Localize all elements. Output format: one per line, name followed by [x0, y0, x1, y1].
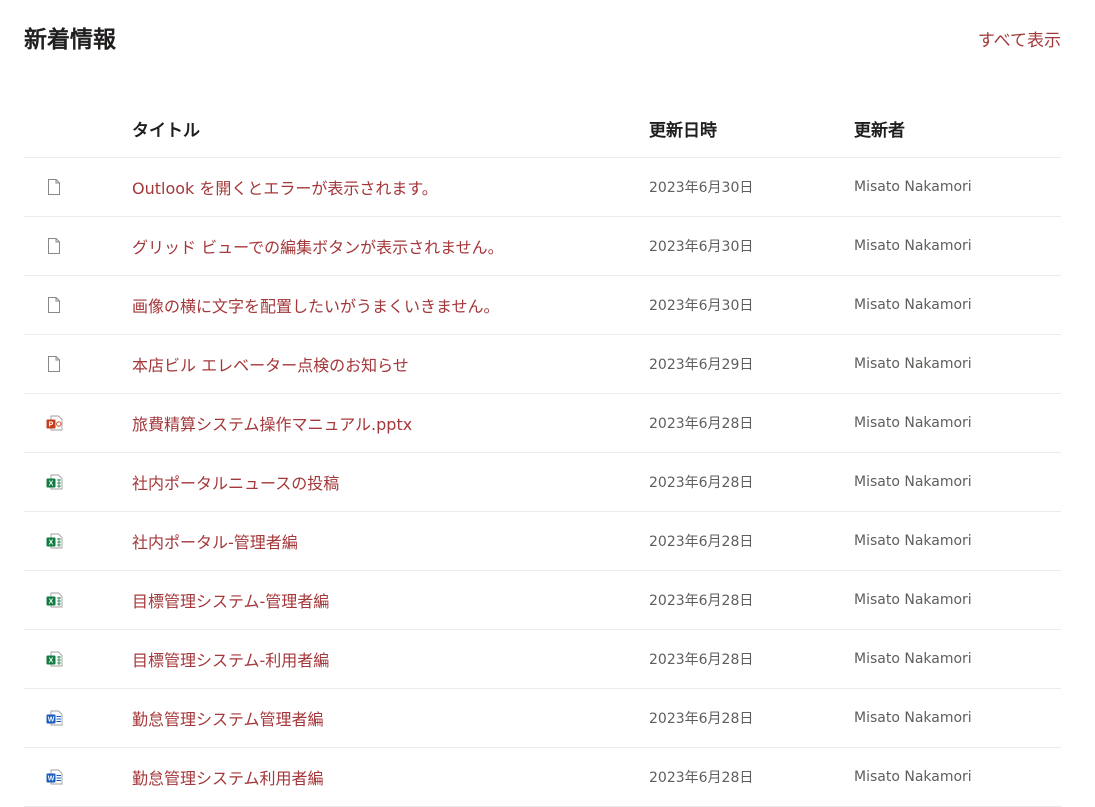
- list-row[interactable]: X 目標管理システム-管理者編 2023年6月28日 Misato Nakamori: [24, 571, 1061, 630]
- list-row[interactable]: Outlook を開くとエラーが表示されます。 2023年6月30日 Misato …: [24, 158, 1061, 217]
- modified-by: Misato Nakamori: [854, 769, 972, 785]
- list-body: Outlook を開くとエラーが表示されます。 2023年6月30日 Misato …: [24, 158, 1061, 807]
- webpart-title: 新着情報: [24, 27, 116, 53]
- title-cell: 社内ポータルニュースの投稿: [132, 453, 339, 511]
- file-icon-cell: X: [24, 453, 84, 511]
- word-file-icon: W: [46, 768, 63, 786]
- modified-date: 2023年6月28日: [649, 711, 754, 727]
- column-header-title[interactable]: タイトル: [132, 100, 200, 157]
- list-row[interactable]: W 勤怠管理システム利用者編 2023年6月28日 Misato Nakamori: [24, 748, 1061, 807]
- title-cell: 画像の横に文字を配置したいがうまくいきません。: [132, 276, 500, 334]
- title-cell: 目標管理システム-管理者編: [132, 571, 329, 629]
- generic-document-icon: [46, 355, 62, 373]
- column-header-icon: [24, 100, 84, 157]
- title-cell: Outlook を開くとエラーが表示されます。: [132, 158, 438, 216]
- column-header-modified[interactable]: 更新日時: [649, 100, 717, 157]
- excel-file-icon: X: [46, 591, 63, 609]
- item-title-link[interactable]: 社内ポータルニュースの投稿: [132, 470, 339, 494]
- item-title-link[interactable]: 目標管理システム-管理者編: [132, 588, 329, 612]
- modified-by: Misato Nakamori: [854, 651, 972, 667]
- title-cell: 旅費精算システム操作マニュアル.pptx: [132, 394, 412, 452]
- modified-by: Misato Nakamori: [854, 179, 972, 195]
- file-icon-cell: X: [24, 630, 84, 688]
- modified-by: Misato Nakamori: [854, 533, 972, 549]
- generic-document-icon: [46, 296, 62, 314]
- modified-date: 2023年6月28日: [649, 416, 754, 432]
- file-icon-cell: [24, 217, 84, 275]
- modified-date: 2023年6月30日: [649, 239, 754, 255]
- modified-date: 2023年6月28日: [649, 652, 754, 668]
- word-file-icon: W: [46, 709, 63, 727]
- file-icon-cell: X: [24, 512, 84, 570]
- file-icon-cell: W: [24, 748, 84, 806]
- document-list: タイトル 更新日時 更新者 Outlook を開くとエラーが表示されます。 202…: [24, 100, 1061, 807]
- title-cell: 勤怠管理システム利用者編: [132, 748, 324, 806]
- item-title-link[interactable]: 勤怠管理システム管理者編: [132, 706, 324, 730]
- modified-date: 2023年6月30日: [649, 298, 754, 314]
- list-header-row: タイトル 更新日時 更新者: [24, 100, 1061, 158]
- generic-document-icon: [46, 237, 62, 255]
- list-row[interactable]: 本店ビル エレベーター点検のお知らせ 2023年6月29日 Misato Nakam…: [24, 335, 1061, 394]
- file-icon-cell: P: [24, 394, 84, 452]
- item-title-link[interactable]: 本店ビル エレベーター点検のお知らせ: [132, 352, 409, 376]
- item-title-link[interactable]: Outlook を開くとエラーが表示されます。: [132, 175, 438, 199]
- list-row[interactable]: X 社内ポータル-管理者編 2023年6月28日 Misato Nakamori: [24, 512, 1061, 571]
- list-row[interactable]: グリッド ビューでの編集ボタンが表示されません。 2023年6月30日 Misato…: [24, 217, 1061, 276]
- excel-file-icon: X: [46, 532, 63, 550]
- generic-document-icon: [46, 178, 62, 196]
- modified-date: 2023年6月30日: [649, 180, 754, 196]
- modified-by: Misato Nakamori: [854, 415, 972, 431]
- title-cell: グリッド ビューでの編集ボタンが表示されません。: [132, 217, 504, 275]
- file-icon-cell: W: [24, 689, 84, 747]
- item-title-link[interactable]: 旅費精算システム操作マニュアル.pptx: [132, 411, 412, 435]
- item-title-link[interactable]: 社内ポータル-管理者編: [132, 529, 298, 553]
- modified-date: 2023年6月28日: [649, 593, 754, 609]
- list-row[interactable]: 画像の横に文字を配置したいがうまくいきません。 2023年6月30日 Misato …: [24, 276, 1061, 335]
- powerpoint-file-icon: P: [46, 414, 63, 432]
- svg-text:W: W: [48, 717, 55, 724]
- modified-by: Misato Nakamori: [854, 710, 972, 726]
- modified-by: Misato Nakamori: [854, 356, 972, 372]
- svg-text:P: P: [49, 422, 54, 429]
- title-cell: 勤怠管理システム管理者編: [132, 689, 324, 747]
- excel-file-icon: X: [46, 473, 63, 491]
- modified-date: 2023年6月29日: [649, 357, 754, 373]
- item-title-link[interactable]: 勤怠管理システム利用者編: [132, 765, 324, 789]
- list-row[interactable]: W 勤怠管理システム管理者編 2023年6月28日 Misato Nakamori: [24, 689, 1061, 748]
- modified-date: 2023年6月28日: [649, 770, 754, 786]
- modified-by: Misato Nakamori: [854, 238, 972, 254]
- file-icon-cell: X: [24, 571, 84, 629]
- list-row[interactable]: X 社内ポータルニュースの投稿 2023年6月28日 Misato Nakamori: [24, 453, 1061, 512]
- svg-text:X: X: [49, 599, 54, 606]
- item-title-link[interactable]: グリッド ビューでの編集ボタンが表示されません。: [132, 234, 504, 258]
- list-row[interactable]: X 目標管理システム-利用者編 2023年6月28日 Misato Nakamori: [24, 630, 1061, 689]
- excel-file-icon: X: [46, 650, 63, 668]
- modified-by: Misato Nakamori: [854, 297, 972, 313]
- title-cell: 本店ビル エレベーター点検のお知らせ: [132, 335, 409, 393]
- webpart-header: 新着情報 すべて表示: [24, 14, 1061, 58]
- modified-by: Misato Nakamori: [854, 474, 972, 490]
- item-title-link[interactable]: 画像の横に文字を配置したいがうまくいきません。: [132, 293, 500, 317]
- modified-by: Misato Nakamori: [854, 592, 972, 608]
- see-all-link[interactable]: すべて表示: [978, 26, 1061, 51]
- title-cell: 目標管理システム-利用者編: [132, 630, 329, 688]
- title-cell: 社内ポータル-管理者編: [132, 512, 298, 570]
- column-header-modified-by[interactable]: 更新者: [854, 100, 905, 157]
- file-icon-cell: [24, 335, 84, 393]
- file-icon-cell: [24, 276, 84, 334]
- svg-text:W: W: [48, 776, 55, 783]
- modified-date: 2023年6月28日: [649, 534, 754, 550]
- file-icon-cell: [24, 158, 84, 216]
- svg-text:X: X: [49, 481, 54, 488]
- svg-text:X: X: [49, 658, 54, 665]
- item-title-link[interactable]: 目標管理システム-利用者編: [132, 647, 329, 671]
- modified-date: 2023年6月28日: [649, 475, 754, 491]
- list-row[interactable]: P 旅費精算システム操作マニュアル.pptx 2023年6月28日 Misato Na…: [24, 394, 1061, 453]
- news-webpart: 新着情報 すべて表示 タイトル 更新日時 更新者 Outlook を開くとエラー…: [0, 0, 1095, 807]
- svg-text:X: X: [49, 540, 54, 547]
